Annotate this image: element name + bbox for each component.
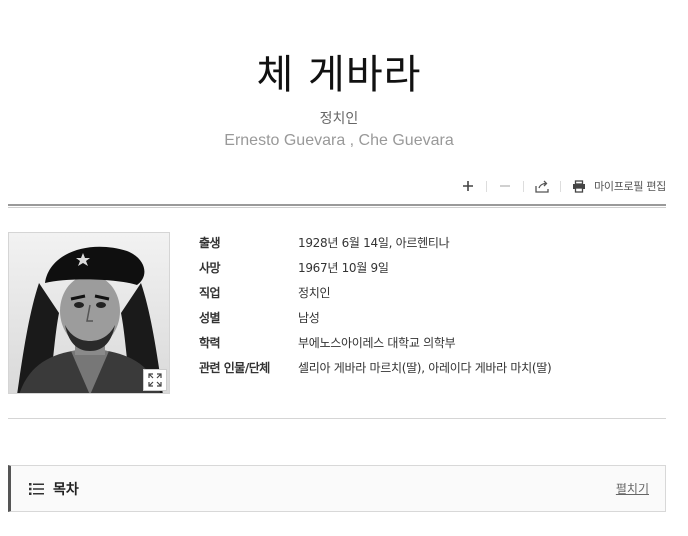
profile-info-table: 출생 1928년 6월 14일, 아르헨티나 사망 1967년 10월 9일 직… bbox=[199, 230, 659, 380]
article-toolbar: 마이프로필 편집 bbox=[457, 176, 666, 196]
info-row-birth: 출생 1928년 6월 14일, 아르헨티나 bbox=[199, 230, 659, 255]
info-key: 성별 bbox=[199, 311, 221, 325]
info-row-education: 학력 부에노스아이레스 대학교 의학부 bbox=[199, 330, 659, 355]
page-title: 체 게바라 bbox=[256, 52, 422, 98]
info-row-occupation: 직업 정치인 bbox=[199, 280, 659, 305]
expand-icon[interactable] bbox=[143, 369, 167, 391]
info-row-gender: 성별 남성 bbox=[199, 305, 659, 330]
info-key: 사망 bbox=[199, 261, 221, 275]
info-value: 1928년 6월 14일, 아르헨티나 bbox=[298, 236, 450, 250]
header-divider bbox=[8, 204, 666, 208]
info-row-death: 사망 1967년 10월 9일 bbox=[199, 255, 659, 280]
toc-title: 목차 bbox=[53, 481, 79, 498]
toolbar-divider bbox=[523, 180, 525, 192]
info-value: 셀리아 게바라 마르치(딸), 아레이다 게바라 마치(딸) bbox=[298, 361, 552, 375]
toc-expand-link[interactable]: 펼치기 bbox=[616, 480, 649, 497]
share-icon[interactable] bbox=[531, 176, 553, 196]
info-value: 부에노스아이레스 대학교 의학부 bbox=[298, 336, 456, 350]
info-value: 남성 bbox=[298, 311, 320, 325]
section-divider bbox=[8, 418, 666, 419]
info-key: 직업 bbox=[199, 286, 221, 300]
plus-icon[interactable] bbox=[457, 176, 479, 196]
print-icon[interactable] bbox=[568, 176, 590, 196]
info-key: 관련 인물/단체 bbox=[199, 361, 270, 375]
info-row-related: 관련 인물/단체 셀리아 게바라 마르치(딸), 아레이다 게바라 마치(딸) bbox=[199, 355, 659, 380]
page-subtitle: 정치인 bbox=[319, 111, 359, 127]
table-of-contents: 목차 펼치기 bbox=[8, 465, 666, 512]
info-value: 정치인 bbox=[298, 286, 331, 300]
minus-icon[interactable] bbox=[494, 176, 516, 196]
profile-edit-link[interactable]: 마이프로필 편집 bbox=[594, 178, 666, 194]
info-value: 1967년 10월 9일 bbox=[298, 261, 389, 275]
toolbar-divider bbox=[560, 180, 562, 192]
info-key: 출생 bbox=[199, 236, 221, 250]
list-icon bbox=[29, 482, 45, 496]
alternate-name: Ernesto Guevara , Che Guevara bbox=[224, 132, 454, 149]
info-key: 학력 bbox=[199, 336, 221, 350]
profile-photo[interactable] bbox=[8, 232, 170, 394]
toolbar-divider bbox=[486, 180, 488, 192]
